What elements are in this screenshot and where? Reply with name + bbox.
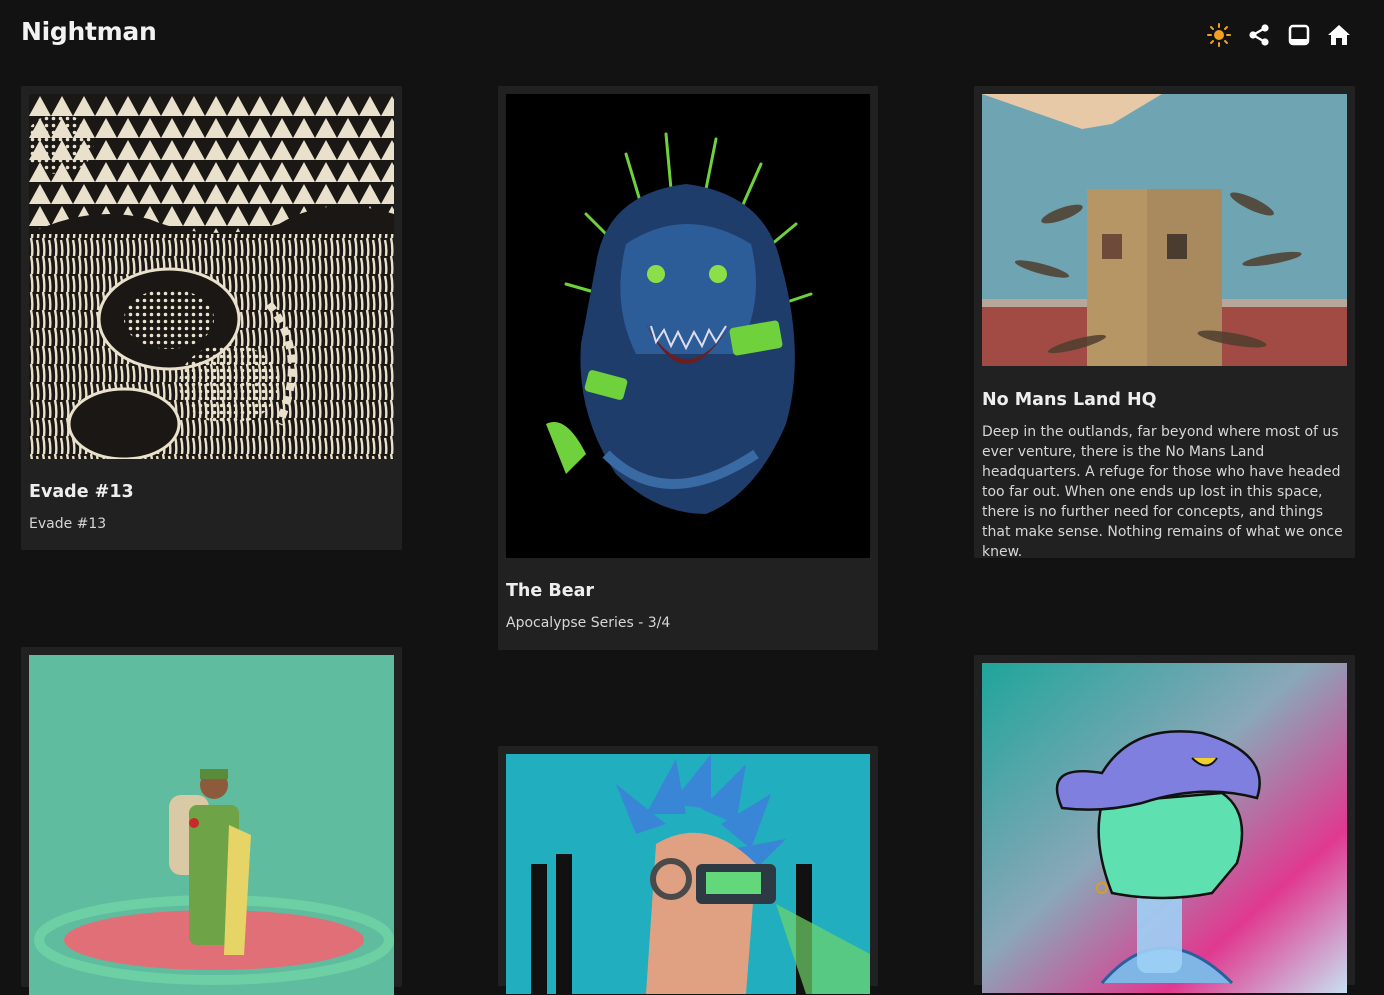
tower-landscape-artwork[interactable] xyxy=(982,94,1347,366)
blue-bear-artwork[interactable] xyxy=(506,94,870,558)
home-icon[interactable] xyxy=(1326,22,1352,48)
artwork-card[interactable]: Evade #13 Evade #13 xyxy=(21,86,402,550)
sun-icon[interactable] xyxy=(1206,22,1232,48)
skeleton-cowboy-artwork[interactable] xyxy=(982,663,1347,993)
card-description: Deep in the outlands, far beyond where m… xyxy=(982,424,1343,560)
window-icon[interactable] xyxy=(1286,22,1312,48)
artwork-card[interactable] xyxy=(498,746,878,994)
site-logo[interactable]: Nightman xyxy=(21,17,157,46)
artwork-card[interactable]: The Bear Apocalypse Series - 3/4 xyxy=(498,86,878,650)
card-description: Apocalypse Series - 3/4 xyxy=(506,615,671,631)
artwork-card[interactable]: No Mans Land HQ Deep in the outlands, fa… xyxy=(974,86,1355,560)
app-header: Nightman xyxy=(0,0,1384,70)
card-title[interactable]: Evade #13 xyxy=(29,482,134,502)
black-white-pattern-artwork[interactable] xyxy=(29,94,394,459)
card-description: Evade #13 xyxy=(29,516,107,532)
cyberpunk-mohawk-artwork[interactable] xyxy=(506,754,870,994)
artwork-card[interactable] xyxy=(21,647,402,995)
soldier-on-teal-artwork[interactable] xyxy=(29,655,394,995)
share-icon[interactable] xyxy=(1246,22,1272,48)
artwork-card[interactable] xyxy=(974,655,1355,993)
card-title[interactable]: No Mans Land HQ xyxy=(982,390,1157,410)
card-title[interactable]: The Bear xyxy=(506,581,594,601)
